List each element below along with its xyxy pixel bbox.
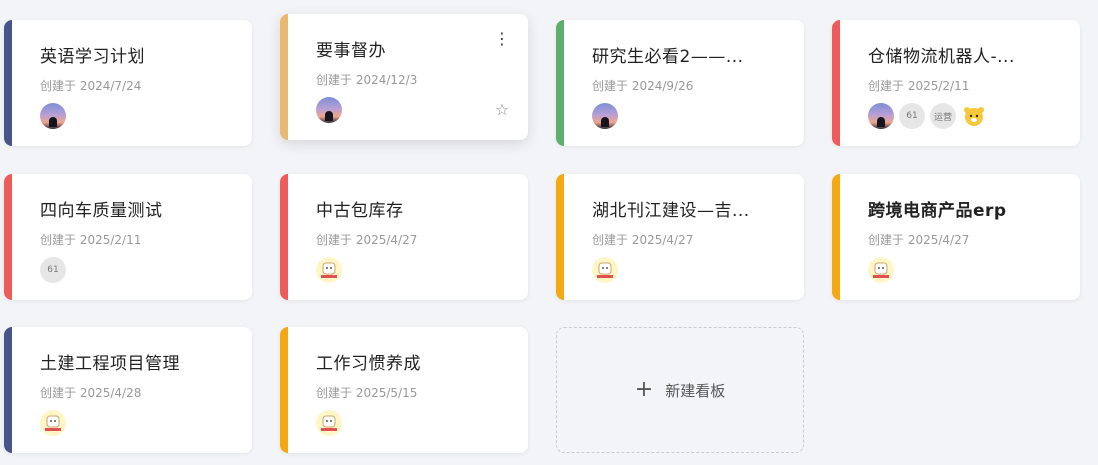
new-board-label: 新建看板 (665, 381, 726, 400)
member-list (316, 97, 342, 123)
board-card-hubei[interactable]: 湖北刊江建设—吉... 创建于 2025/4/27 (556, 174, 804, 300)
color-bar (556, 20, 564, 146)
board-card-important[interactable]: 要事督办 创建于 2024/12/3 ⋮ ☆ (280, 14, 528, 140)
member-list (316, 257, 342, 283)
created-date: 创建于 2024/12/3 (316, 73, 418, 87)
board-title: 要事督办 (316, 41, 386, 61)
board-card-cross-border-erp[interactable]: 跨境电商产品erp 创建于 2025/4/27 (832, 174, 1080, 300)
board-title: 湖北刊江建设—吉... (592, 201, 750, 221)
board-title: 土建工程项目管理 (40, 354, 180, 374)
board-title: 跨境电商产品erp (868, 201, 1007, 221)
member-list (40, 410, 66, 436)
board-title: 工作习惯养成 (316, 354, 421, 374)
avatar (868, 103, 894, 129)
color-bar (280, 14, 288, 140)
member-list: 61 (40, 257, 66, 283)
color-bar (280, 174, 288, 300)
created-date: 创建于 2025/4/27 (868, 233, 970, 247)
board-card-work-habits[interactable]: 工作习惯养成 创建于 2025/5/15 (280, 327, 528, 453)
created-date: 创建于 2025/5/15 (316, 386, 418, 400)
cat-avatar-icon (868, 257, 894, 283)
member-list (40, 103, 66, 129)
created-date: 创建于 2025/2/11 (40, 233, 142, 247)
color-bar (556, 174, 564, 300)
avatar: 运营 (930, 103, 956, 129)
board-title: 中古包库存 (316, 201, 404, 221)
cat-avatar-icon (316, 410, 342, 436)
avatar (316, 97, 342, 123)
avatar (592, 103, 618, 129)
board-card-vintage-bag[interactable]: 中古包库存 创建于 2025/4/27 (280, 174, 528, 300)
board-title: 四向车质量测试 (40, 201, 163, 221)
board-card-four-way-car[interactable]: 四向车质量测试 创建于 2025/2/11 61 (4, 174, 252, 300)
bear-avatar-icon (961, 103, 987, 129)
avatar: 61 (899, 103, 925, 129)
board-title: 仓储物流机器人-... (868, 47, 1015, 67)
board-card-graduate[interactable]: 研究生必看2——... 创建于 2024/9/26 (556, 20, 804, 146)
board-title: 英语学习计划 (40, 47, 145, 67)
board-card-warehouse-robot[interactable]: 仓储物流机器人-... 创建于 2025/2/11 61 运营 (832, 20, 1080, 146)
color-bar (280, 327, 288, 453)
created-date: 创建于 2025/4/27 (592, 233, 694, 247)
color-bar (4, 174, 12, 300)
created-date: 创建于 2024/9/26 (592, 79, 694, 93)
avatar (40, 103, 66, 129)
member-list (592, 257, 618, 283)
star-outline-icon[interactable]: ☆ (494, 102, 510, 118)
board-title: 研究生必看2——... (592, 47, 744, 67)
color-bar (4, 327, 12, 453)
avatar: 61 (40, 257, 66, 283)
new-board-button[interactable]: + 新建看板 (556, 327, 804, 453)
member-list: 61 运营 (868, 103, 987, 129)
cat-avatar-icon (316, 257, 342, 283)
color-bar (832, 174, 840, 300)
created-date: 创建于 2025/4/27 (316, 233, 418, 247)
created-date: 创建于 2025/2/11 (868, 79, 970, 93)
created-date: 创建于 2025/4/28 (40, 386, 142, 400)
color-bar (832, 20, 840, 146)
cat-avatar-icon (592, 257, 618, 283)
board-card-english[interactable]: 英语学习计划 创建于 2024/7/24 (4, 20, 252, 146)
created-date: 创建于 2024/7/24 (40, 79, 142, 93)
plus-icon: + (634, 377, 654, 402)
color-bar (4, 20, 12, 146)
member-list (316, 410, 342, 436)
member-list (868, 257, 894, 283)
more-vertical-icon[interactable]: ⋮ (494, 31, 510, 47)
cat-avatar-icon (40, 410, 66, 436)
member-list (592, 103, 618, 129)
board-card-civil-engineering[interactable]: 土建工程项目管理 创建于 2025/4/28 (4, 327, 252, 453)
